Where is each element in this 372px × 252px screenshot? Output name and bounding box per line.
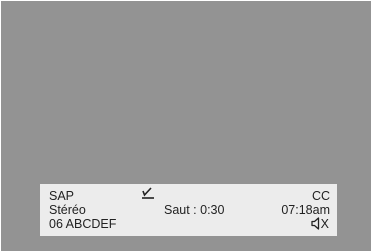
clock-label: 07:18am xyxy=(281,203,330,217)
speaker-muted-icon xyxy=(311,217,319,230)
mute-indicator: X xyxy=(311,216,329,232)
closed-caption-label: CC xyxy=(311,189,330,203)
skip-timer-label: Saut : 0:30 xyxy=(164,203,225,217)
audio-mode-label: SAP xyxy=(49,189,75,203)
sound-label: Stéréo xyxy=(49,203,86,217)
checkmark-icon xyxy=(142,187,154,199)
mute-x-mark: X xyxy=(320,217,329,231)
info-banner: SAP Stéréo 06 ABCDEF Saut : 0:30 CC 07:1… xyxy=(40,184,337,236)
channel-label: 06 ABCDEF xyxy=(49,217,117,231)
tv-screen: SAP Stéréo 06 ABCDEF Saut : 0:30 CC 07:1… xyxy=(1,1,371,251)
